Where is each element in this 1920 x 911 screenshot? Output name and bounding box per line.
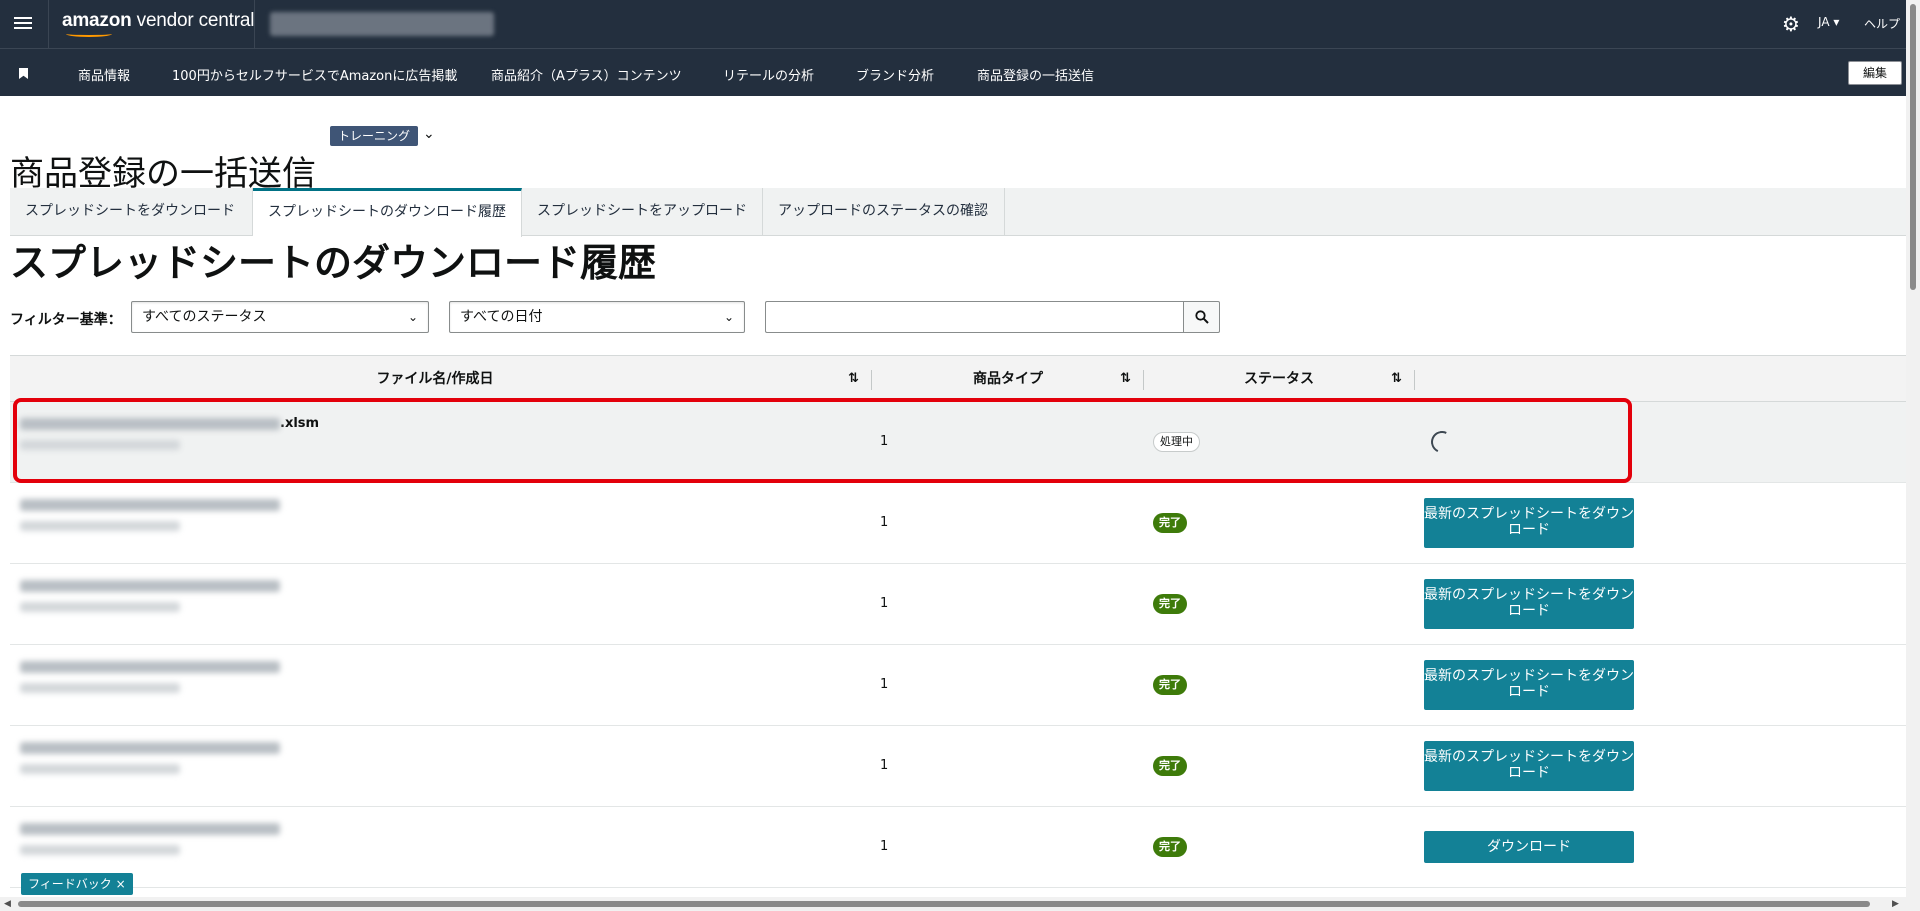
chevron-down-icon: ⌄ (407, 310, 418, 324)
logo-text: amazon (62, 10, 132, 31)
status-badge: 完了 (1153, 756, 1187, 776)
created-date (20, 764, 180, 774)
tab-upload-spreadsheet[interactable]: スプレッドシートをアップロード (522, 188, 763, 236)
nav-item-retail-analytics[interactable]: リテールの分析 (723, 65, 814, 84)
logo-suffix: vendor central (136, 10, 255, 31)
tab-strip: スプレッドシートをダウンロード スプレッドシートのダウンロード履歴 スプレッドシ… (10, 188, 1906, 237)
account-switcher[interactable] (270, 12, 494, 36)
download-latest-button[interactable]: 最新のスプレッドシートをダウンロード (1424, 498, 1634, 548)
download-button[interactable]: ダウンロード (1424, 831, 1634, 863)
horizontal-scrollbar[interactable]: ◀ ▶ (0, 897, 1906, 911)
logo[interactable]: amazon vendor central (62, 10, 255, 37)
search-button[interactable] (1183, 301, 1220, 333)
download-latest-button[interactable]: 最新のスプレッドシートをダウンロード (1424, 660, 1634, 710)
hamburger-menu-icon[interactable] (14, 14, 32, 32)
chevron-down-icon[interactable]: ⌄ (423, 126, 435, 142)
tab-download-spreadsheet[interactable]: スプレッドシートをダウンロード (10, 188, 253, 236)
column-header-file[interactable]: ファイル名/作成日 (10, 356, 860, 402)
status-badge: 完了 (1153, 594, 1187, 614)
created-date (20, 683, 180, 693)
download-latest-button[interactable]: 最新のスプレッドシートをダウンロード (1424, 741, 1634, 791)
file-name[interactable] (20, 578, 280, 593)
status-badge: 完了 (1153, 675, 1187, 695)
search-icon (1194, 310, 1209, 324)
status-badge: 完了 (1153, 837, 1187, 857)
tab-download-history[interactable]: スプレッドシートのダウンロード履歴 (253, 188, 522, 237)
download-latest-button[interactable]: 最新のスプレッドシートをダウンロード (1424, 579, 1634, 629)
vertical-scrollbar[interactable] (1906, 0, 1920, 911)
file-name[interactable] (20, 740, 280, 755)
product-type-count: 1 (880, 758, 889, 773)
nav-item-aplus-content[interactable]: 商品紹介（Aプラス）コンテンツ (491, 65, 682, 84)
chevron-down-icon: ⌄ (723, 310, 734, 324)
table-row: 1 完了 ダウンロード (10, 807, 1906, 888)
edit-button[interactable]: 編集 (1848, 61, 1902, 85)
table-row: 1 完了 最新のスプレッドシートをダウンロード (10, 564, 1906, 645)
sort-icon[interactable]: ⇅ (1120, 356, 1131, 402)
status-filter-select[interactable]: すべてのステータス ⌄ (131, 301, 429, 333)
column-header-product-type[interactable]: 商品タイプ (872, 356, 1144, 402)
filter-label: フィルター基準： (10, 312, 122, 328)
date-filter-select[interactable]: すべての日付 ⌄ (449, 301, 745, 333)
created-date (20, 521, 180, 531)
created-date (20, 602, 180, 612)
feedback-button[interactable]: フィードバック × (21, 873, 133, 895)
top-header: amazon vendor central ⚙ JA ▾ ヘルプ (0, 0, 1906, 48)
table-row: 1 完了 最新のスプレッドシートをダウンロード (10, 645, 1906, 726)
file-name[interactable] (20, 821, 280, 836)
tab-upload-status[interactable]: アップロードのステータスの確認 (763, 188, 1005, 236)
logo-smile-icon (66, 31, 112, 37)
product-type-count: 1 (880, 839, 889, 854)
sort-icon[interactable]: ⇅ (1391, 356, 1402, 402)
bookmark-icon[interactable] (19, 68, 28, 79)
header-divider (48, 0, 49, 48)
file-name[interactable] (20, 497, 280, 512)
language-selector[interactable]: JA ▾ (1818, 15, 1839, 29)
scroll-left-icon[interactable]: ◀ (4, 899, 11, 909)
table-row: 1 完了 最新のスプレッドシートをダウンロード (10, 726, 1906, 807)
product-type-count: 1 (880, 596, 889, 611)
gear-icon[interactable]: ⚙ (1780, 13, 1802, 35)
table-row: 1 完了 最新のスプレッドシートをダウンロード (10, 483, 1906, 564)
training-badge[interactable]: トレーニング (330, 126, 419, 146)
product-type-count: 1 (880, 677, 889, 692)
nav-item-product-info[interactable]: 商品情報 (78, 65, 130, 84)
nav-item-brand-analytics[interactable]: ブランド分析 (856, 65, 934, 84)
date-filter-value: すべての日付 (460, 309, 543, 325)
nav-item-bulk-upload[interactable]: 商品登録の一括送信 (977, 65, 1094, 84)
column-header-status[interactable]: ステータス (1144, 356, 1414, 402)
section-title: スプレッドシートのダウンロード履歴 (10, 241, 657, 285)
product-type-count: 1 (880, 515, 889, 530)
table-header: ファイル名/作成日 ⇅ 商品タイプ ⇅ ステータス ⇅ (10, 356, 1906, 402)
scrollbar-thumb[interactable] (1910, 4, 1916, 290)
help-link[interactable]: ヘルプ (1864, 15, 1900, 32)
header-divider (254, 0, 255, 48)
navigation-bar: 商品情報 100円からセルフサービスでAmazonに広告掲載 商品紹介（Aプラス… (0, 48, 1906, 96)
scrollbar-thumb[interactable] (18, 901, 1870, 907)
file-name[interactable] (20, 659, 280, 674)
search-input[interactable] (765, 301, 1183, 333)
column-divider (1414, 370, 1415, 390)
highlight-annotation (13, 398, 1632, 483)
created-date (20, 845, 180, 855)
status-badge: 完了 (1153, 513, 1187, 533)
sort-icon[interactable]: ⇅ (848, 356, 859, 402)
scroll-right-icon[interactable]: ▶ (1892, 899, 1899, 909)
nav-item-advertising[interactable]: 100円からセルフサービスでAmazonに広告掲載 (172, 65, 457, 84)
status-filter-value: すべてのステータス (142, 309, 267, 325)
